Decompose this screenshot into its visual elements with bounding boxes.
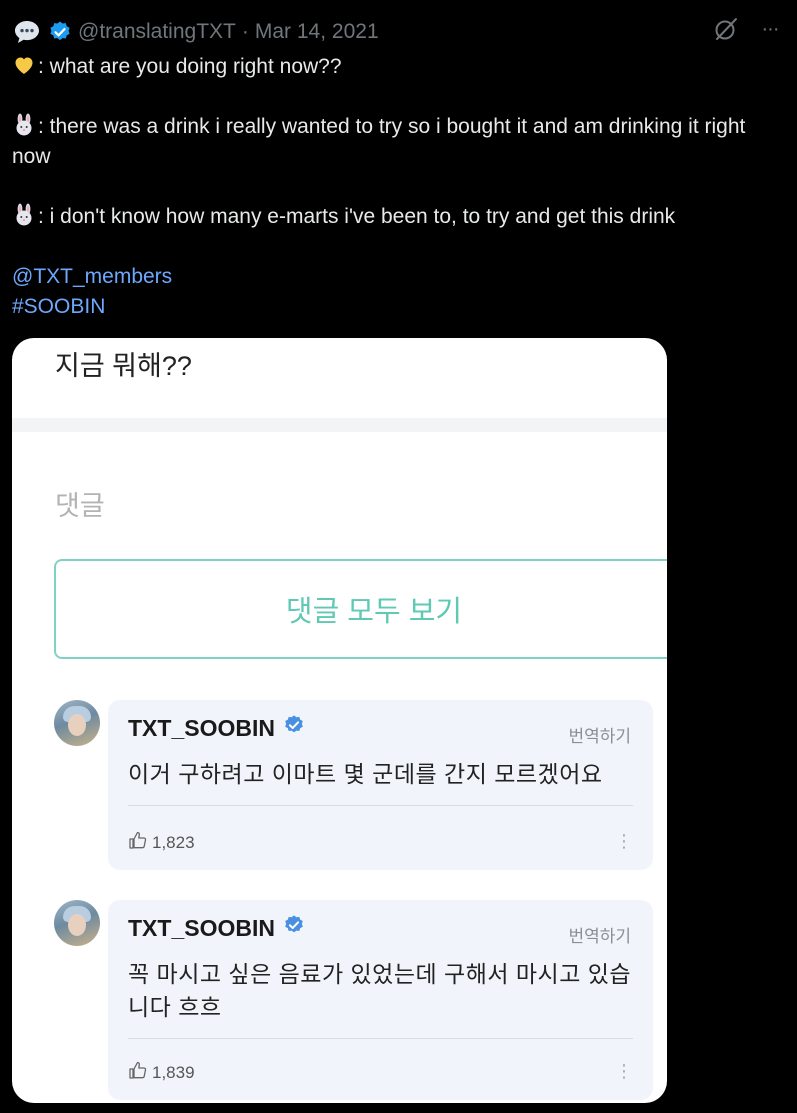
tweet-line-2-text: : there was a drink i really wanted to t… xyxy=(12,115,746,168)
tweet-line-3: : i don't know how many e-marts i've bee… xyxy=(12,202,787,232)
comment-text: 이거 구하려고 이마트 몇 군데를 간지 모르겠어요 xyxy=(128,761,603,787)
tweet-header: @translatingTXT · Mar 14, 2021 xyxy=(12,16,379,48)
verified-icon xyxy=(283,714,305,742)
section-divider xyxy=(12,418,667,432)
attached-image-card[interactable]: 지금 뭐해?? 댓글 댓글 모두 보기 TXT_SOOBIN 번역하기 이거 구… xyxy=(12,338,667,1103)
more-icon[interactable]: ··· xyxy=(755,14,785,44)
comment-bubble: TXT_SOOBIN 번역하기 이거 구하려고 이마트 몇 군데를 간지 모르겠… xyxy=(108,700,653,870)
header-actions: ··· xyxy=(711,14,785,44)
more-label: ··· xyxy=(761,17,780,40)
tweet-line-3-text: : i don't know how many e-marts i've bee… xyxy=(38,205,676,228)
yellow-heart-icon xyxy=(12,53,36,77)
comment-author-name: TXT_SOOBIN xyxy=(128,914,275,941)
comments-label: 댓글 xyxy=(55,491,105,521)
like-count: 1,839 xyxy=(152,1062,195,1082)
hashtag-link[interactable]: #SOOBIN xyxy=(12,295,105,318)
rabbit-icon xyxy=(12,113,36,137)
tweet-date[interactable]: Mar 14, 2021 xyxy=(255,20,379,44)
comment-divider xyxy=(128,805,633,806)
like-button[interactable]: 1,839 xyxy=(128,1060,195,1085)
speech-bubble-icon[interactable] xyxy=(12,17,42,47)
header-separator: · xyxy=(241,20,249,43)
thumbs-up-icon xyxy=(128,830,148,855)
translate-link[interactable]: 번역하기 xyxy=(568,922,631,947)
comment-bubble: TXT_SOOBIN 번역하기 꼭 마시고 싶은 음료가 있었는데 구해서 마시… xyxy=(108,900,653,1100)
verified-icon xyxy=(48,20,72,44)
like-count: 1,823 xyxy=(152,832,195,852)
kebab-menu-icon[interactable]: ⋮ xyxy=(615,832,633,850)
tweet-line-2: : there was a drink i really wanted to t… xyxy=(12,112,787,172)
comment-author[interactable]: TXT_SOOBIN xyxy=(128,914,305,942)
tweet-text: : what are you doing right now?? : there… xyxy=(12,52,787,322)
comment-text: 꼭 마시고 싶은 음료가 있었는데 구해서 마시고 있습니다 흐흐 xyxy=(128,961,632,1020)
translate-link[interactable]: 번역하기 xyxy=(568,722,631,747)
verified-icon xyxy=(283,914,305,942)
view-all-comments-button[interactable]: 댓글 모두 보기 xyxy=(54,559,667,659)
rabbit-icon xyxy=(12,203,36,227)
tweet-line-1-text: : what are you doing right now?? xyxy=(38,55,342,78)
comment-author-name: TXT_SOOBIN xyxy=(128,714,275,741)
comment-divider xyxy=(128,1038,633,1039)
avatar[interactable] xyxy=(54,900,100,946)
like-button[interactable]: 1,823 xyxy=(128,830,195,855)
comment-author[interactable]: TXT_SOOBIN xyxy=(128,714,305,742)
mention-link[interactable]: @TXT_members xyxy=(12,265,172,288)
author-handle[interactable]: @translatingTXT xyxy=(78,20,236,44)
avatar[interactable] xyxy=(54,700,100,746)
grok-icon[interactable] xyxy=(711,14,741,44)
tweet-line-1: : what are you doing right now?? xyxy=(12,52,787,82)
view-all-comments-label: 댓글 모두 보기 xyxy=(285,596,463,628)
kebab-menu-icon[interactable]: ⋮ xyxy=(615,1062,633,1080)
post-body-text: 지금 뭐해?? xyxy=(55,351,192,381)
thumbs-up-icon xyxy=(128,1060,148,1085)
